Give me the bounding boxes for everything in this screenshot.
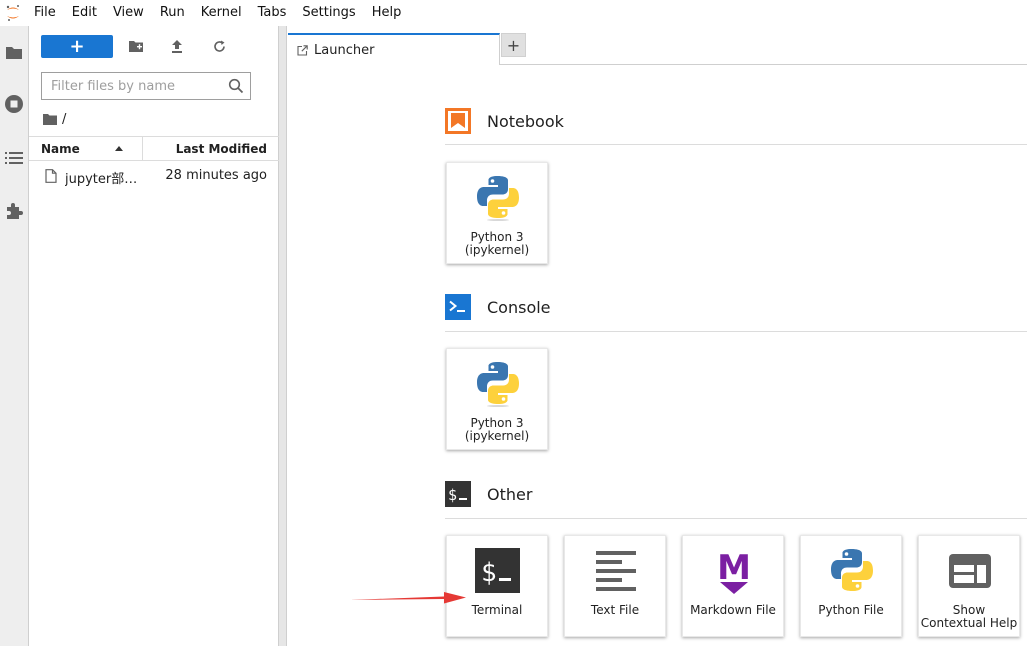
notebook-python3-label: Python 3 (ipykernel)	[464, 230, 530, 257]
python-logo-icon	[477, 176, 519, 221]
contextual-help-card[interactable]: Show Contextual Help	[918, 535, 1020, 637]
console-python3-label: Python 3 (ipykernel)	[464, 416, 530, 443]
other-section-icon: $	[445, 481, 471, 507]
table-of-contents-icon[interactable]	[3, 147, 25, 169]
menu-bar: File Edit View Run Kernel Tabs Settings …	[0, 0, 1027, 26]
contextual-help-label: Show Contextual Help	[920, 603, 1018, 630]
file-modified: 28 minutes ago	[165, 168, 267, 183]
section-console: Console	[445, 293, 1027, 321]
file-icon	[45, 169, 57, 183]
column-divider[interactable]	[142, 137, 143, 160]
file-name: jupyter部署.ipynb	[65, 172, 140, 187]
section-divider	[445, 331, 1027, 332]
python-file-label: Python File	[818, 603, 884, 617]
text-file-card[interactable]: Text File	[564, 535, 666, 637]
annotation-arrow-icon	[350, 592, 466, 604]
python-logo-icon	[831, 549, 873, 591]
terminal-icon: $	[475, 548, 520, 593]
column-name-header[interactable]: Name	[41, 142, 80, 156]
svg-text:$: $	[448, 486, 457, 504]
section-console-title: Console	[487, 297, 551, 317]
main-area: Launcher + Notebook Python 3 (ipykernel)…	[288, 26, 1027, 646]
section-other-title: Other	[487, 484, 533, 504]
running-kernels-icon[interactable]	[3, 93, 25, 115]
section-notebook-title: Notebook	[487, 111, 564, 131]
menu-help[interactable]: Help	[364, 0, 410, 26]
column-modified-header[interactable]: Last Modified	[176, 142, 267, 156]
markdown-icon: M	[717, 548, 751, 594]
search-icon	[228, 78, 244, 94]
menu-kernel[interactable]: Kernel	[193, 0, 250, 26]
notebook-python3-card[interactable]: Python 3 (ipykernel)	[446, 162, 548, 264]
new-tab-button[interactable]: +	[501, 33, 526, 57]
menu-tabs[interactable]: Tabs	[250, 0, 295, 26]
text-file-label: Text File	[590, 603, 640, 617]
menu-file[interactable]: File	[26, 0, 64, 26]
menu-run[interactable]: Run	[152, 0, 193, 26]
file-list-header: Name Last Modified	[29, 136, 279, 161]
file-filter-box	[41, 72, 251, 100]
extensions-puzzle-icon[interactable]	[3, 200, 25, 222]
svg-text:$: $	[481, 558, 497, 588]
terminal-card[interactable]: $ Terminal	[446, 535, 548, 637]
tab-bar: Launcher +	[288, 26, 1027, 65]
new-folder-icon[interactable]	[127, 37, 145, 55]
markdown-file-card[interactable]: M Markdown File	[682, 535, 784, 637]
section-other: $ Other	[445, 480, 1027, 508]
panel-splitter[interactable]	[279, 26, 287, 646]
python-logo-icon	[477, 362, 519, 407]
breadcrumb-root[interactable]: /	[62, 112, 66, 127]
breadcrumb: /	[43, 111, 66, 127]
section-notebook: Notebook	[445, 107, 1027, 135]
section-divider	[445, 144, 1027, 145]
menu-edit[interactable]: Edit	[64, 0, 105, 26]
sort-ascending-icon	[115, 146, 123, 151]
refresh-icon[interactable]	[210, 37, 228, 55]
section-divider	[445, 518, 1027, 519]
file-filter-input[interactable]	[42, 73, 224, 99]
jupyter-logo-icon[interactable]	[0, 0, 26, 26]
python-file-card[interactable]: Python File	[800, 535, 902, 637]
console-section-icon	[445, 294, 471, 320]
new-launcher-button[interactable]: +	[41, 35, 113, 58]
file-browser-panel: + / Name Last Modified jupyter部署.ipynb 2…	[29, 26, 279, 646]
contextual-help-icon	[949, 554, 991, 588]
notebook-section-icon	[445, 108, 471, 134]
markdown-file-label: Markdown File	[690, 603, 776, 617]
tab-launcher[interactable]: Launcher	[288, 33, 500, 65]
launcher-tab-icon	[297, 44, 308, 56]
tab-launcher-label: Launcher	[314, 42, 375, 58]
upload-icon[interactable]	[168, 37, 186, 55]
breadcrumb-folder-icon[interactable]	[43, 113, 57, 125]
left-activity-bar	[0, 26, 29, 646]
text-file-icon	[596, 551, 636, 591]
menu-view[interactable]: View	[105, 0, 152, 26]
menu-settings[interactable]: Settings	[294, 0, 363, 26]
folder-icon[interactable]	[3, 41, 25, 63]
console-python3-card[interactable]: Python 3 (ipykernel)	[446, 348, 548, 450]
file-list-item[interactable]: jupyter部署.ipynb 28 minutes ago	[29, 163, 279, 189]
